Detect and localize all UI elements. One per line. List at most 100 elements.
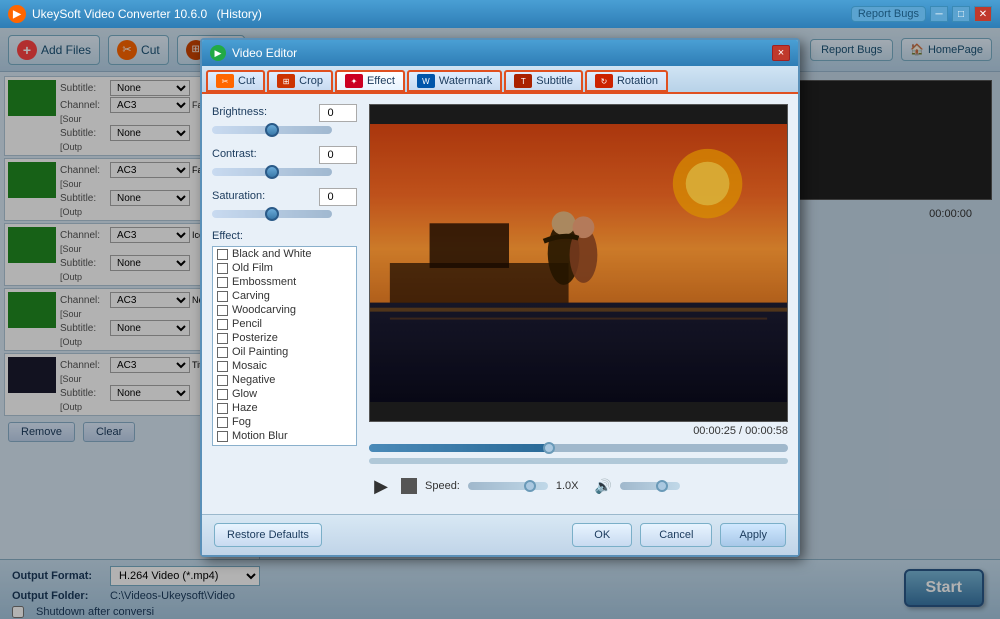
restore-defaults-button[interactable]: Restore Defaults <box>214 523 322 547</box>
brightness-input[interactable] <box>319 104 357 122</box>
modal-footer: Restore Defaults OK Cancel Apply <box>202 514 798 555</box>
saturation-row: Saturation: <box>212 188 357 206</box>
effect-checkbox-pencil[interactable] <box>217 319 228 330</box>
volume-icon: 🔊 <box>595 478 612 495</box>
footer-buttons: OK Cancel Apply <box>572 523 786 547</box>
speed-value: 1.0X <box>556 480 579 492</box>
report-bugs-button[interactable]: Report Bugs <box>851 6 926 22</box>
modal-tabs: ✂ Cut ⊞ Crop ✦ Effect W Watermark T Su <box>202 66 798 94</box>
window-controls: Report Bugs ─ □ ✕ <box>851 6 992 22</box>
preview-panel: 00:00:25 / 00:00:58 ▶ Speed: <box>369 104 788 504</box>
effect-checkbox-fog[interactable] <box>217 417 228 428</box>
tab-subtitle[interactable]: T Subtitle <box>504 70 583 92</box>
video-editor-modal: ▶ Video Editor × ✂ Cut ⊞ Crop ✦ Effect <box>200 38 800 557</box>
effect-item-embossment[interactable]: Embossment <box>213 275 356 289</box>
contrast-slider[interactable] <box>212 168 332 176</box>
effect-checkbox-oilpainting[interactable] <box>217 347 228 358</box>
contrast-thumb[interactable] <box>265 165 279 179</box>
modal-body: Brightness: Contrast: <box>202 94 798 514</box>
brightness-row: Brightness: <box>212 104 357 122</box>
modal-close-button[interactable]: × <box>772 45 790 61</box>
rotation-tab-icon: ↻ <box>595 74 613 88</box>
brightness-slider[interactable] <box>212 126 332 134</box>
tab-subtitle-label: Subtitle <box>536 75 573 87</box>
modal-overlay: ▶ Video Editor × ✂ Cut ⊞ Crop ✦ Effect <box>0 28 1000 619</box>
subtitle-tab-icon: T <box>514 74 532 88</box>
volume-slider[interactable] <box>620 482 680 490</box>
cancel-button[interactable]: Cancel <box>640 523 712 547</box>
effect-item-glow[interactable]: Glow <box>213 387 356 401</box>
speed-slider[interactable] <box>468 482 548 490</box>
ok-button[interactable]: OK <box>572 523 632 547</box>
effect-checkbox-motionblur[interactable] <box>217 431 228 442</box>
brightness-thumb[interactable] <box>265 123 279 137</box>
app-title-text: UkeySoft Video Converter 10.6.0 <box>32 7 207 21</box>
watermark-tab-icon: W <box>417 74 435 88</box>
effect-item-oilpainting[interactable]: Oil Painting <box>213 345 356 359</box>
tab-rotation[interactable]: ↻ Rotation <box>585 70 668 92</box>
effect-item-mosaic[interactable]: Mosaic <box>213 359 356 373</box>
cut-tab-icon: ✂ <box>216 74 234 88</box>
tab-watermark[interactable]: W Watermark <box>407 70 502 92</box>
tab-cut[interactable]: ✂ Cut <box>206 70 265 92</box>
effect-checkbox-blackwhite[interactable] <box>217 249 228 260</box>
app-title: UkeySoft Video Converter 10.6.0 (History… <box>32 7 851 21</box>
saturation-input[interactable] <box>319 188 357 206</box>
title-bar: ▶ UkeySoft Video Converter 10.6.0 (Histo… <box>0 0 1000 28</box>
video-preview <box>369 104 788 422</box>
speed-label: Speed: <box>425 480 460 492</box>
contrast-label: Contrast: <box>212 148 257 160</box>
volume-thumb[interactable] <box>656 480 668 492</box>
brightness-group: Brightness: <box>212 104 357 134</box>
effect-checkbox-posterize[interactable] <box>217 333 228 344</box>
effect-item-negative[interactable]: Negative <box>213 373 356 387</box>
modal-title: Video Editor <box>232 46 772 60</box>
tab-effect[interactable]: ✦ Effect <box>335 70 405 92</box>
tab-crop-label: Crop <box>299 75 323 87</box>
speed-thumb[interactable] <box>524 480 536 492</box>
effect-checkbox-glow[interactable] <box>217 389 228 400</box>
maximize-button[interactable]: □ <box>952 6 970 22</box>
contrast-group: Contrast: <box>212 146 357 176</box>
effect-item-pencil[interactable]: Pencil <box>213 317 356 331</box>
modal-title-bar: ▶ Video Editor × <box>202 40 798 66</box>
saturation-thumb[interactable] <box>265 207 279 221</box>
saturation-slider[interactable] <box>212 210 332 218</box>
effect-item-blackwhite[interactable]: Black and White <box>213 247 356 261</box>
saturation-group: Saturation: <box>212 188 357 218</box>
tab-crop[interactable]: ⊞ Crop <box>267 70 333 92</box>
effect-checkbox-woodcarving[interactable] <box>217 305 228 316</box>
effect-checkbox-negative[interactable] <box>217 375 228 386</box>
contrast-input[interactable] <box>319 146 357 164</box>
effect-item-haze[interactable]: Haze <box>213 401 356 415</box>
effect-checkbox-mosaic[interactable] <box>217 361 228 372</box>
effect-checkbox-embossment[interactable] <box>217 277 228 288</box>
effect-checkbox-oldfilm[interactable] <box>217 263 228 274</box>
progress-thumb[interactable] <box>543 442 555 454</box>
minimize-button[interactable]: ─ <box>930 6 948 22</box>
effect-checkbox-carving[interactable] <box>217 291 228 302</box>
effect-checkbox-haze[interactable] <box>217 403 228 414</box>
modal-icon: ▶ <box>210 45 226 61</box>
play-button[interactable]: ▶ <box>369 474 393 498</box>
effect-item-carving[interactable]: Carving <box>213 289 356 303</box>
effect-item-fog[interactable]: Fog <box>213 415 356 429</box>
preview-scene <box>370 105 787 421</box>
effect-item-woodcarving[interactable]: Woodcarving <box>213 303 356 317</box>
effect-item-posterize[interactable]: Posterize <box>213 331 356 345</box>
app-window: ▶ UkeySoft Video Converter 10.6.0 (Histo… <box>0 0 1000 619</box>
close-button[interactable]: ✕ <box>974 6 992 22</box>
app-icon: ▶ <box>8 5 26 23</box>
progress-bar[interactable] <box>369 444 788 452</box>
playback-controls: ▶ Speed: 1.0X 🔊 <box>369 468 788 504</box>
progress-bar-2[interactable] <box>369 458 788 464</box>
apply-button[interactable]: Apply <box>720 523 786 547</box>
effect-item-motionblur[interactable]: Motion Blur <box>213 429 356 443</box>
time-display-text: 00:00:25 / 00:00:58 <box>693 425 788 437</box>
tab-effect-label: Effect <box>367 75 395 87</box>
saturation-label: Saturation: <box>212 190 265 202</box>
effect-item-oldfilm[interactable]: Old Film <box>213 261 356 275</box>
time-display: 00:00:25 / 00:00:58 <box>369 422 788 440</box>
stop-button[interactable] <box>401 478 417 494</box>
effect-list[interactable]: Black and White Old Film Embossment <box>212 246 357 446</box>
